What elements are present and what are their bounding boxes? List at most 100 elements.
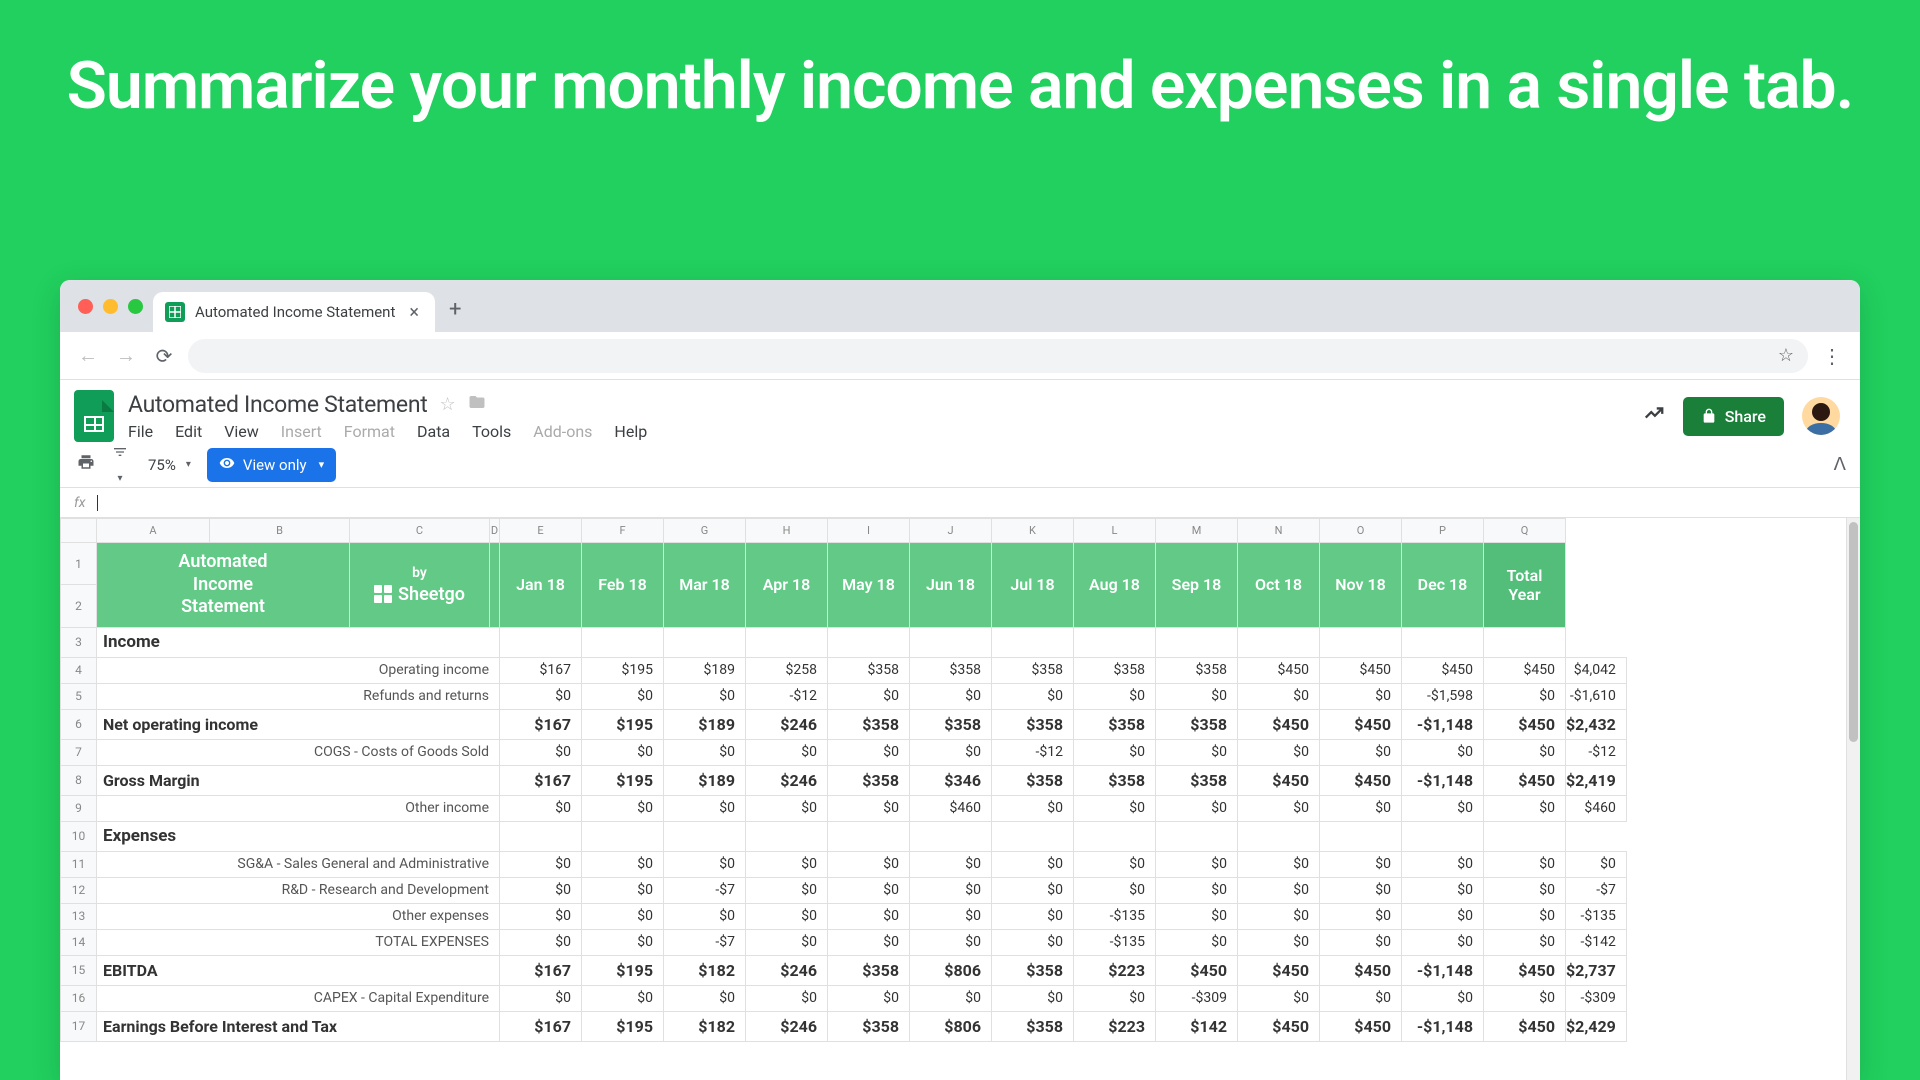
row-label[interactable]: Other income (97, 795, 500, 821)
value-cell[interactable]: $2,419 (1566, 765, 1627, 795)
row-label[interactable]: SG&A - Sales General and Administrative (97, 851, 500, 877)
star-document-icon[interactable]: ☆ (439, 394, 455, 415)
section-label[interactable]: Income (97, 627, 500, 657)
select-all-cell[interactable] (61, 519, 97, 543)
empty-cell[interactable] (1320, 821, 1402, 851)
value-cell[interactable]: $189 (664, 657, 746, 683)
row-label[interactable]: Net operating income (97, 709, 500, 739)
value-cell[interactable]: $0 (1074, 683, 1156, 709)
user-avatar[interactable] (1802, 397, 1840, 435)
value-cell[interactable]: $358 (1074, 709, 1156, 739)
row-label[interactable]: Earnings Before Interest and Tax (97, 1011, 500, 1041)
empty-cell[interactable] (500, 627, 582, 657)
empty-cell[interactable] (746, 821, 828, 851)
value-cell[interactable]: -$1,598 (1402, 683, 1484, 709)
value-cell[interactable]: $0 (500, 739, 582, 765)
value-cell[interactable]: $450 (1156, 955, 1238, 985)
column-header[interactable]: P (1402, 519, 1484, 543)
value-cell[interactable]: $167 (500, 955, 582, 985)
value-cell[interactable]: $0 (582, 985, 664, 1011)
view-only-button[interactable]: View only ▾ (207, 448, 336, 482)
value-cell[interactable]: $450 (1320, 955, 1402, 985)
value-cell[interactable]: $450 (1484, 657, 1566, 683)
filter-icon[interactable]: ▾ (108, 444, 132, 486)
value-cell[interactable]: -$142 (1566, 929, 1627, 955)
value-cell[interactable]: $142 (1156, 1011, 1238, 1041)
column-header[interactable]: H (746, 519, 828, 543)
value-cell[interactable]: -$1,148 (1402, 765, 1484, 795)
month-header[interactable]: Sep 18 (1156, 543, 1238, 628)
value-cell[interactable]: $246 (746, 1011, 828, 1041)
empty-cell[interactable] (1238, 627, 1320, 657)
address-bar[interactable]: ☆ (188, 339, 1808, 373)
empty-cell[interactable] (582, 627, 664, 657)
value-cell[interactable]: $450 (1238, 657, 1320, 683)
value-cell[interactable]: $0 (1238, 929, 1320, 955)
value-cell[interactable]: $195 (582, 955, 664, 985)
value-cell[interactable]: $167 (500, 1011, 582, 1041)
value-cell[interactable]: $0 (1320, 985, 1402, 1011)
empty-cell[interactable] (1238, 821, 1320, 851)
empty-cell[interactable] (1074, 627, 1156, 657)
value-cell[interactable]: $0 (992, 795, 1074, 821)
value-cell[interactable]: $0 (746, 985, 828, 1011)
value-cell[interactable]: $0 (1238, 877, 1320, 903)
browser-tab[interactable]: Automated Income Statement × (153, 292, 435, 332)
value-cell[interactable]: $246 (746, 955, 828, 985)
value-cell[interactable]: $0 (1484, 985, 1566, 1011)
value-cell[interactable]: $0 (828, 929, 910, 955)
value-cell[interactable]: $182 (664, 1011, 746, 1041)
month-header[interactable]: Dec 18 (1402, 543, 1484, 628)
value-cell[interactable]: $0 (582, 739, 664, 765)
value-cell[interactable]: $358 (910, 657, 992, 683)
column-header[interactable]: F (582, 519, 664, 543)
value-cell[interactable]: $0 (992, 929, 1074, 955)
value-cell[interactable]: $0 (1566, 851, 1627, 877)
value-cell[interactable]: $450 (1320, 709, 1402, 739)
value-cell[interactable]: $0 (1484, 929, 1566, 955)
column-header[interactable]: N (1238, 519, 1320, 543)
value-cell[interactable]: $0 (664, 795, 746, 821)
month-header[interactable]: Jul 18 (992, 543, 1074, 628)
row-number[interactable]: 10 (61, 821, 97, 851)
value-cell[interactable]: $0 (500, 877, 582, 903)
value-cell[interactable]: $358 (992, 709, 1074, 739)
month-header[interactable]: Nov 18 (1320, 543, 1402, 628)
month-header[interactable]: Mar 18 (664, 543, 746, 628)
value-cell[interactable]: $0 (1320, 929, 1402, 955)
value-cell[interactable]: $358 (1156, 765, 1238, 795)
value-cell[interactable]: $195 (582, 709, 664, 739)
sheet-title-cell[interactable]: Automated Income Statement (97, 543, 350, 628)
value-cell[interactable]: $450 (1320, 1011, 1402, 1041)
value-cell[interactable]: $0 (992, 683, 1074, 709)
value-cell[interactable]: $0 (992, 851, 1074, 877)
value-cell[interactable]: $358 (828, 765, 910, 795)
month-header[interactable]: Jun 18 (910, 543, 992, 628)
month-header[interactable]: Apr 18 (746, 543, 828, 628)
value-cell[interactable]: $0 (1402, 851, 1484, 877)
value-cell[interactable]: $0 (828, 851, 910, 877)
value-cell[interactable]: $0 (582, 851, 664, 877)
brand-cell[interactable]: bySheetgo (350, 543, 490, 628)
value-cell[interactable]: $246 (746, 765, 828, 795)
value-cell[interactable]: $4,042 (1566, 657, 1627, 683)
value-cell[interactable]: $0 (910, 929, 992, 955)
share-button[interactable]: Share (1683, 397, 1784, 436)
column-header[interactable]: M (1156, 519, 1238, 543)
value-cell[interactable]: $0 (1074, 795, 1156, 821)
value-cell[interactable]: $358 (992, 955, 1074, 985)
column-header[interactable]: C (350, 519, 490, 543)
value-cell[interactable]: $450 (1402, 657, 1484, 683)
value-cell[interactable]: $223 (1074, 955, 1156, 985)
value-cell[interactable]: -$309 (1566, 985, 1627, 1011)
row-number[interactable]: 14 (61, 929, 97, 955)
value-cell[interactable]: $0 (1238, 795, 1320, 821)
empty-cell[interactable] (1156, 821, 1238, 851)
value-cell[interactable]: $450 (1484, 765, 1566, 795)
document-title[interactable]: Automated Income Statement (128, 391, 427, 418)
value-cell[interactable]: $195 (582, 657, 664, 683)
month-header[interactable]: May 18 (828, 543, 910, 628)
month-header[interactable]: Jan 18 (500, 543, 582, 628)
value-cell[interactable]: $195 (582, 1011, 664, 1041)
row-number[interactable]: 7 (61, 739, 97, 765)
